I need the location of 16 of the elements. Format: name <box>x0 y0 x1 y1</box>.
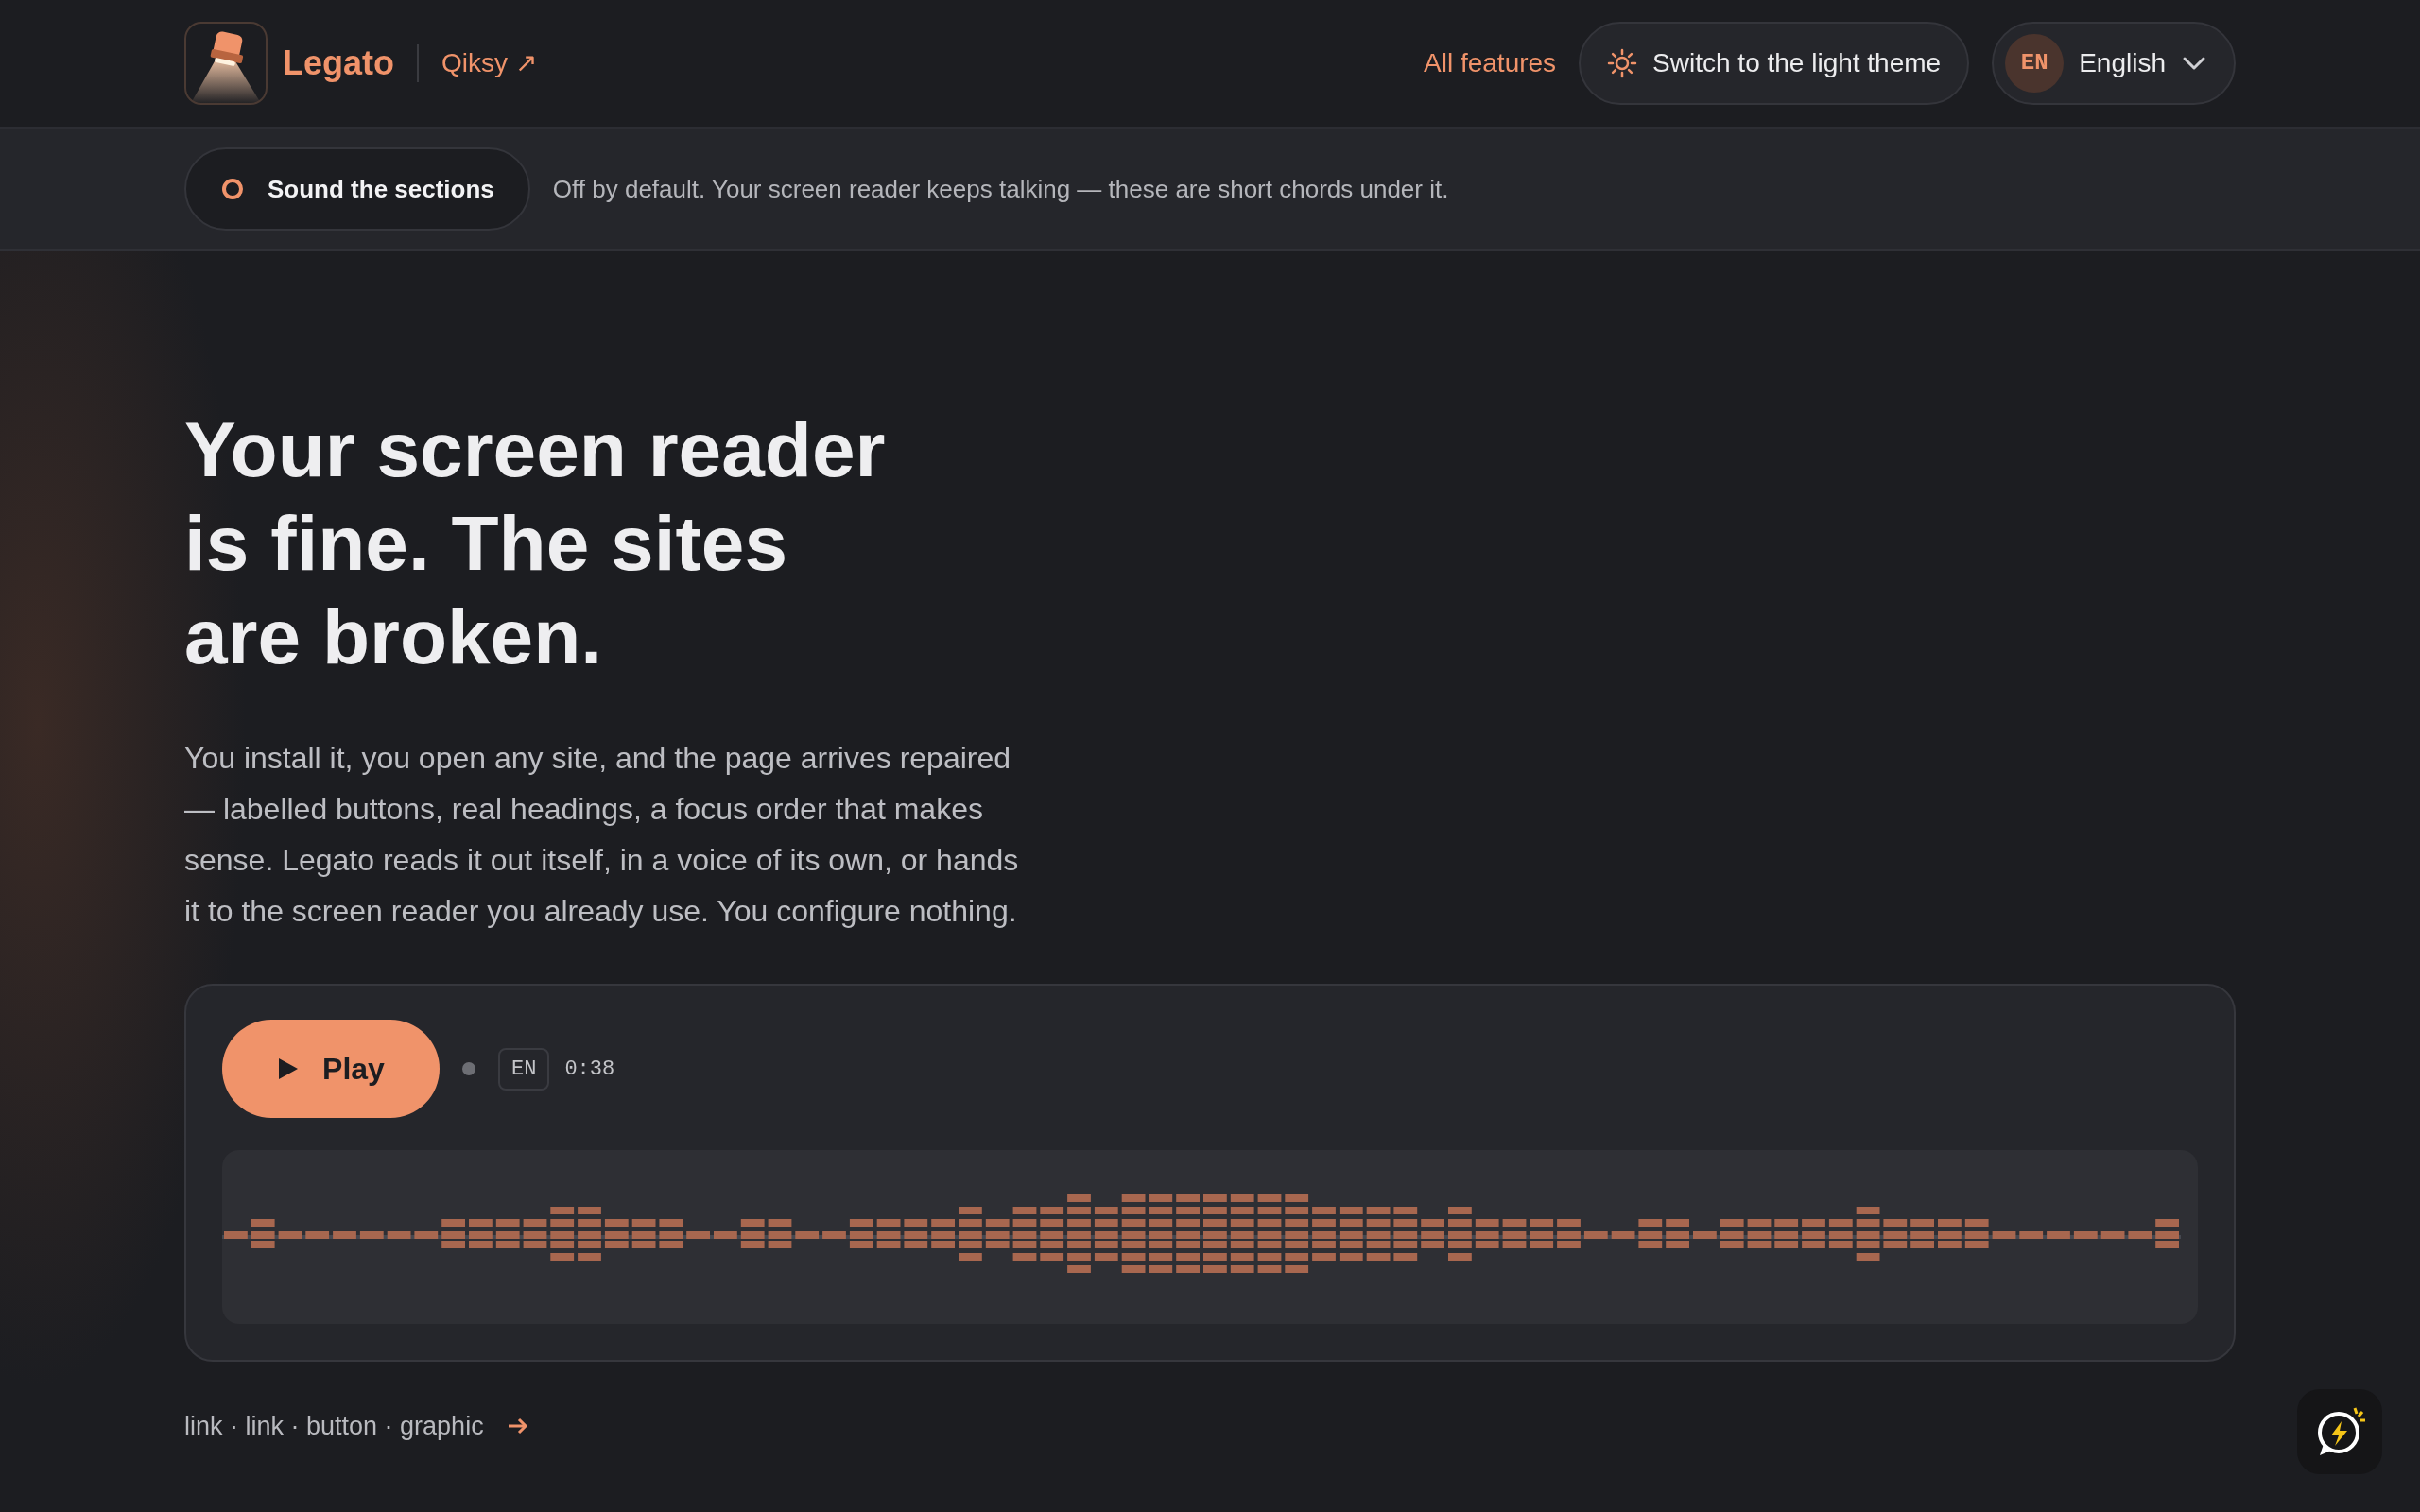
sound-note: Off by default. Your screen reader keeps talking — these are short chords under it. <box>552 173 1449 205</box>
hero-heading: Your screen reader is fine. The sites are broken. <box>184 405 887 681</box>
chat-button[interactable] <box>2297 1389 2382 1474</box>
language-code: EN <box>2005 34 2065 93</box>
language-tag: EN <box>498 1047 550 1091</box>
theme-button[interactable]: Switch to the light theme <box>1579 22 1970 105</box>
duration-text: 0:38 <box>564 1056 615 1083</box>
external-link[interactable]: Qiksy ↗ <box>441 43 537 83</box>
element-list: link · link · button · graphic <box>184 1407 484 1446</box>
brand-name: Legato <box>283 43 394 84</box>
language-select[interactable]: EN English <box>1992 22 2236 105</box>
hero-paragraph: You install it, you open any site, and the page arrives repaired — labelled buttons, real headings, a focus order that makes sense. Legato reads it out itself, in a voice of its own, or hands it to the screen reader you already use. You configure nothing. <box>184 740 1020 930</box>
play-button[interactable]: Play <box>222 1020 440 1118</box>
sun-icon <box>1607 48 1638 78</box>
sound-toggle[interactable]: Sound the sections <box>184 147 530 231</box>
features-link[interactable]: All features <box>1424 43 1557 83</box>
